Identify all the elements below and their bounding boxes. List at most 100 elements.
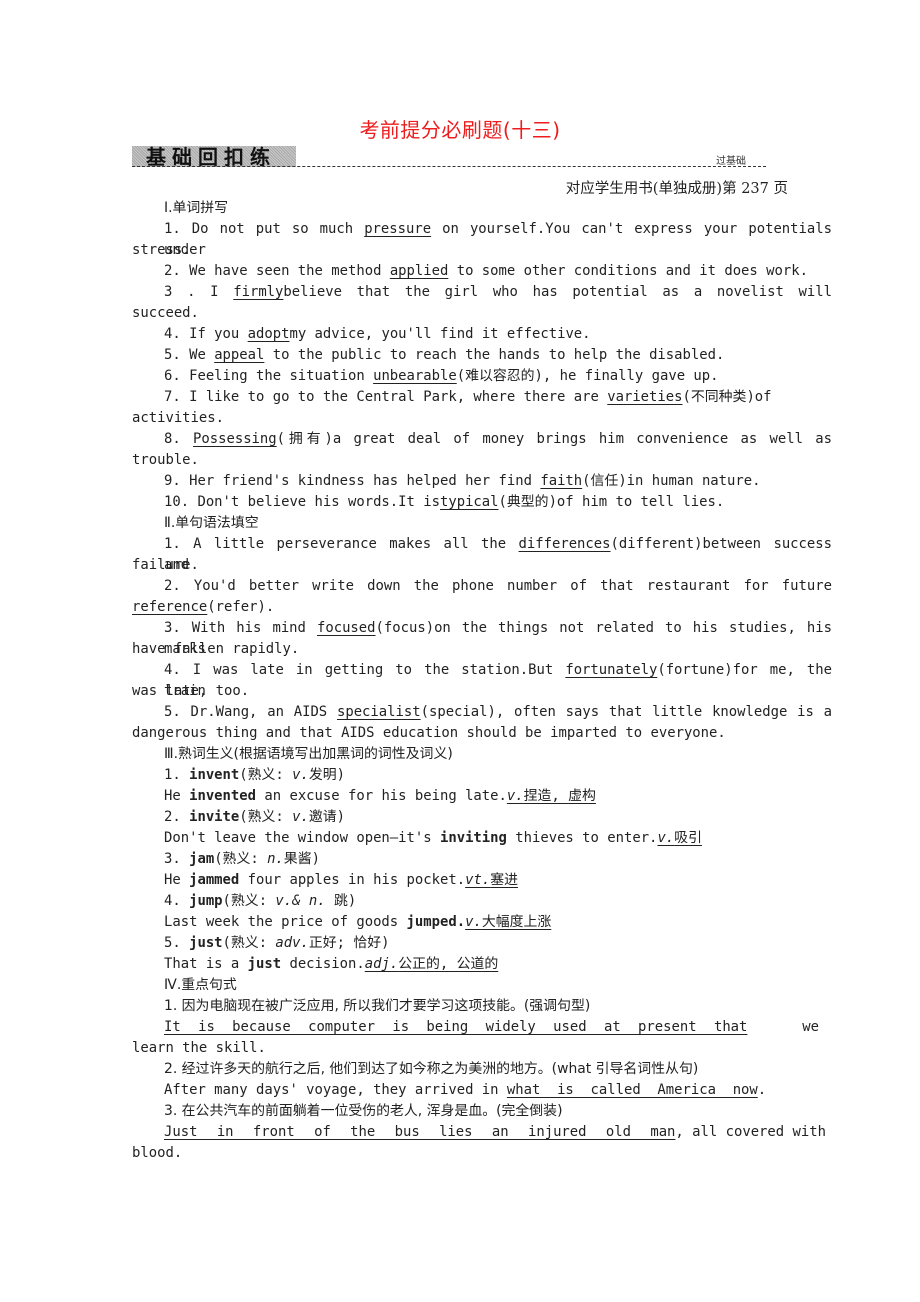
part-of-speech: v.& n. xyxy=(275,893,326,909)
familiar-meaning: 正好; 恰好) xyxy=(308,935,390,951)
question-text: believe that the girl who has potential … xyxy=(283,284,832,300)
vocab-item: 4. jump(熟义: v.& n. 跳) xyxy=(132,891,832,912)
item-number: 2. xyxy=(164,809,190,825)
vocab-word: jam xyxy=(189,851,215,867)
question-prompt: 2. 经过许多天的航行之后, 他们到达了如今称之为美洲的地方。(what 引导名… xyxy=(164,1061,699,1077)
familiar-meaning: 果酱) xyxy=(283,851,320,867)
vocab-example: He invented an excuse for his being late… xyxy=(132,786,832,807)
question-text: (special), often says that little knowle… xyxy=(420,704,833,720)
question-text: (难以容忍的), he finally gave up. xyxy=(456,368,719,384)
vocab-word: jump xyxy=(189,893,223,909)
vocab-word: invite xyxy=(189,809,240,825)
answer: adopt xyxy=(247,326,290,342)
question-continuation: have fallen rapidly. xyxy=(132,641,300,657)
answer: differences xyxy=(518,536,611,552)
answer-part-of-speech: vt. xyxy=(465,872,491,888)
section-heading: Ⅲ.熟词生义(根据语境写出加黑词的词性及词义) xyxy=(164,746,453,762)
meaning-prefix: (熟义: xyxy=(222,893,276,909)
answer: faith xyxy=(540,473,583,489)
question-item: 3 . I firmlybelieve that the girl who ha… xyxy=(132,282,832,303)
question-item: 4. I was late in getting to the station.… xyxy=(132,660,832,699)
meaning-prefix: (熟义: xyxy=(239,767,293,783)
question-item: 1. Do not put so much pressure on yourse… xyxy=(132,219,832,258)
answer: varieties xyxy=(607,389,683,405)
answer: vt.塞进 xyxy=(465,872,518,888)
answer-meaning: 塞进 xyxy=(490,872,518,888)
question-text: (典型的)of him to tell lies. xyxy=(498,494,725,510)
question-text: 8. xyxy=(164,431,194,447)
answer-part-of-speech: v. xyxy=(657,830,675,846)
question-text: (不同种类)of xyxy=(682,389,772,405)
question-text: to the public to reach the hands to help… xyxy=(264,347,725,363)
answer: reference xyxy=(132,599,208,615)
answer-meaning: 公正的, 公道的 xyxy=(398,956,499,972)
question-continuation: reference(refer). xyxy=(132,597,832,618)
meaning-prefix: (熟义: xyxy=(214,851,268,867)
answer: what is called America now xyxy=(506,1082,758,1098)
example-text: That is a xyxy=(164,956,248,972)
vocab-word: just xyxy=(189,935,223,951)
question-item: 5. Dr.Wang, an AIDS specialist(special),… xyxy=(132,702,832,723)
question-text: 10. Don't believe his words.It is xyxy=(164,494,440,510)
familiar-meaning: 发明) xyxy=(308,767,346,783)
vocab-item: 1. invent(熟义: v.发明) xyxy=(132,765,832,786)
question-item: 2. We have seen the method applied to so… xyxy=(132,261,832,282)
meaning-prefix: (熟义: xyxy=(239,809,293,825)
question-text: 3 . I xyxy=(164,284,234,300)
answer: focused xyxy=(316,620,376,636)
familiar-meaning: 邀请) xyxy=(308,809,346,825)
question-continuation: succeed. xyxy=(132,305,199,321)
example-text: thieves to enter. xyxy=(506,830,658,846)
answer: pressure xyxy=(364,221,432,237)
answer: adj.公正的, 公道的 xyxy=(365,956,499,972)
question-item: 2. You'd better write down the phone num… xyxy=(164,578,832,594)
answer: firmly xyxy=(233,284,284,300)
part-of-speech: v. xyxy=(292,809,309,825)
section-heading: Ⅱ.单句语法填空 xyxy=(164,515,259,531)
question-text: 4. I was late in getting to the station.… xyxy=(164,662,566,678)
question-prompt: 3. 在公共汽车的前面躺着一位受伤的老人, 浑身是血。(完全倒装) xyxy=(164,1103,563,1119)
question-continuation: learn the skill. xyxy=(132,1040,266,1056)
highlighted-word: jumped. xyxy=(406,914,466,930)
question-text: 2. We have seen the method xyxy=(164,263,390,279)
vocab-item: 3. jam(熟义: n.果酱) xyxy=(132,849,832,870)
question-answer-line: Just in front of the bus lies an injured… xyxy=(132,1122,832,1143)
question-prompt: 1. 因为电脑现在被广泛应用, 所以我们才要学习这项技能。(强调句型) xyxy=(164,998,591,1014)
answer: v.捏造, 虚构 xyxy=(507,788,596,804)
question-text: 3. With his mind xyxy=(164,620,317,636)
highlighted-word: jammed xyxy=(189,872,240,888)
question-text: 5. Dr.Wang, an AIDS xyxy=(164,704,337,720)
vocab-item: 5. just(熟义: adv.正好; 恰好) xyxy=(132,933,832,954)
highlighted-word: invented xyxy=(189,788,256,804)
answer-meaning: 捏造, 虚构 xyxy=(523,788,596,804)
example-text: Last week the price of goods xyxy=(164,914,407,930)
document-page: 考前提分必刷题(十三) 基础回扣练 过基础 对应学生用书(单独成册)第 237 … xyxy=(0,0,920,1302)
question-item: 10. Don't believe his words.It istypical… xyxy=(132,492,832,513)
answer-part-of-speech: v. xyxy=(506,788,524,804)
answer: Possessing xyxy=(193,431,277,447)
question-text: we xyxy=(802,1019,819,1035)
question-text: (拥有)a great deal of money brings him con… xyxy=(276,431,833,447)
question-item: 5. We appeal to the public to reach the … xyxy=(132,345,832,366)
vocab-list: 1. invent(熟义: v.发明) He invented an excuse… xyxy=(132,765,832,975)
question-text: 9. Her friend's kindness has helped her … xyxy=(164,473,541,489)
dashed-divider xyxy=(132,166,766,167)
question-text: 5. We xyxy=(164,347,215,363)
question-text: (信任)in human nature. xyxy=(582,473,761,489)
answer-part-of-speech: adj. xyxy=(364,956,399,972)
section-heading: Ⅳ.重点句式 xyxy=(164,977,237,993)
question-item: 1. A little perseverance makes all the d… xyxy=(132,534,832,573)
answer: unbearable xyxy=(373,368,457,384)
answer: fortunately xyxy=(565,662,658,678)
vocab-example: He jammed four apples in his pocket.vt.塞… xyxy=(132,870,832,891)
question-text: 1. Do not put so much xyxy=(164,221,365,237)
vocab-example: Last week the price of goods jumped.v.大幅… xyxy=(132,912,832,933)
answer-meaning: 大幅度上涨 xyxy=(481,914,552,930)
question-continuation: dangerous thing and that AIDS education … xyxy=(132,725,726,741)
vocab-item: 2. invite(熟义: v.邀请) xyxy=(132,807,832,828)
answer: typical xyxy=(439,494,499,510)
question-answer-line: After many days' voyage, they arrived in… xyxy=(132,1080,832,1101)
question-item: 7. I like to go to the Central Park, whe… xyxy=(132,387,832,408)
question-continuation: blood. xyxy=(132,1145,183,1161)
page-reference: 对应学生用书(单独成册)第 237 页 xyxy=(565,181,788,197)
